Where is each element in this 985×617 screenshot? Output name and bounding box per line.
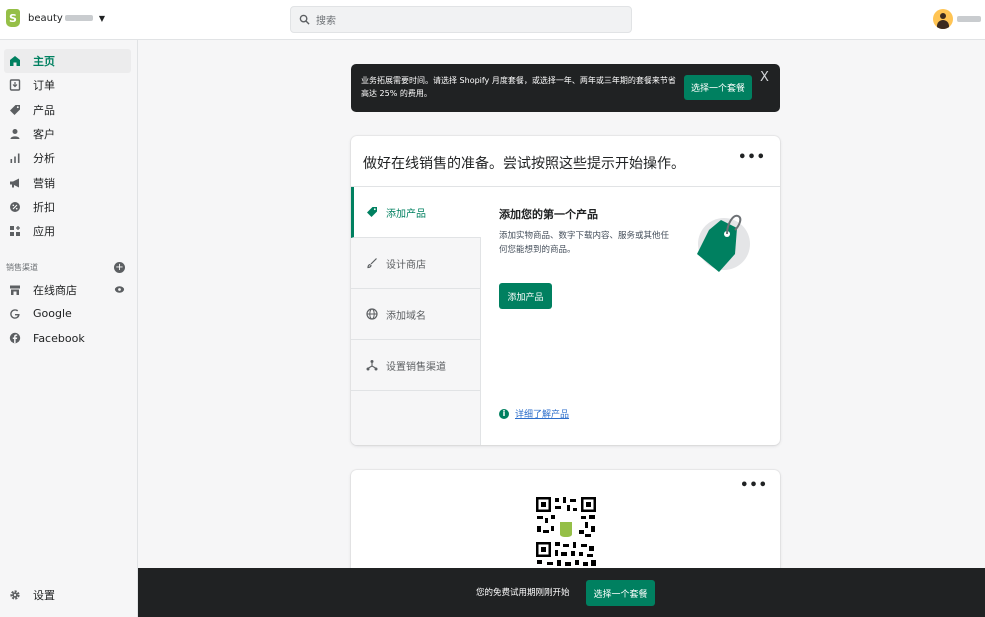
sidebar-item-label: 订单 [33, 79, 55, 93]
channels-nav: 在线商店 Google Facebook [0, 275, 137, 350]
discount-icon [8, 200, 21, 213]
sidebar-item-label: 分析 [33, 152, 55, 166]
sales-channels-heading: 销售渠道 + [6, 261, 125, 273]
sidebar-item-label: 在线商店 [33, 283, 77, 297]
detail-description: 添加实物商品、数字下载内容、服务或其他任何您能想到的商品。 [499, 231, 670, 255]
store-name: beauty [28, 12, 63, 24]
tab-design-store[interactable]: 设计商店 [351, 238, 480, 289]
sidebar-item-label: 营销 [33, 176, 55, 190]
tag-icon [365, 206, 378, 219]
gear-icon [8, 589, 21, 602]
sidebar-item-discounts[interactable]: 折扣 [4, 195, 131, 219]
detail-title: 添加您的第一个产品 [499, 208, 598, 221]
tab-sales-channels[interactable]: 设置销售渠道 [351, 340, 480, 391]
add-product-button[interactable]: 添加产品 [499, 283, 552, 309]
learn-more-link-row: i 详细了解产品 [499, 407, 569, 420]
sidebar-item-label: 主页 [33, 55, 55, 69]
main-nav: 主页 订单 产品 客户 分析 营销 折扣 应用 [0, 40, 137, 243]
user-menu[interactable] [933, 9, 981, 29]
tab-label: 添加产品 [386, 208, 426, 220]
redacted-store-suffix [64, 15, 93, 21]
top-bar: S beauty ▼ 搜索 [0, 0, 985, 40]
search-input[interactable]: 搜索 [290, 6, 632, 33]
sidebar-item-apps[interactable]: 应用 [4, 219, 131, 243]
select-plan-button[interactable]: 选择一个套餐 [586, 580, 655, 606]
home-icon [8, 55, 21, 68]
store-icon [8, 283, 21, 296]
choose-plan-button[interactable]: 选择一个套餐 [684, 75, 752, 100]
brush-icon [365, 257, 378, 270]
info-icon: i [499, 408, 509, 419]
sidebar-item-label: Google [33, 307, 72, 321]
search-placeholder: 搜索 [316, 16, 336, 27]
redacted-user-name [957, 16, 981, 22]
person-icon [8, 128, 21, 141]
apps-icon [8, 225, 21, 238]
add-channel-button[interactable]: + [114, 261, 125, 273]
trial-text: 您的免费试用期刚刚开始 [476, 588, 570, 598]
tag-icon [8, 103, 21, 116]
globe-icon [365, 308, 378, 321]
card-title: 做好在线销售的准备。尝试按照这些提示开始操作。 [363, 156, 685, 172]
tab-label: 设置销售渠道 [386, 361, 446, 373]
setup-tabs: 添加产品 设计商店 添加域名 设置销售渠道 [351, 187, 481, 445]
more-actions-icon[interactable]: ••• [740, 478, 768, 493]
eye-icon[interactable] [114, 284, 125, 295]
qr-code-image [535, 496, 597, 570]
sidebar-item-google[interactable]: Google [4, 302, 131, 326]
tab-label: 添加域名 [386, 310, 426, 322]
banner-text: 业务拓展需要时间。请选择 Shopify 月度套餐，或选择一年、两年或三年期的套… [361, 76, 676, 98]
sidebar-item-label: 应用 [33, 225, 55, 239]
setup-guide-card: 做好在线销售的准备。尝试按照这些提示开始操作。 ••• 添加产品 设计商店 添加… [351, 136, 780, 445]
sidebar-item-label: 产品 [33, 103, 55, 117]
plan-banner: 业务拓展需要时间。请选择 Shopify 月度套餐，或选择一年、两年或三年期的套… [351, 64, 780, 112]
sidebar-item-label: 设置 [33, 589, 55, 602]
product-tag-illustration [697, 214, 750, 272]
more-actions-icon[interactable]: ••• [738, 150, 766, 165]
store-switcher[interactable]: S beauty ▼ [6, 9, 105, 27]
sidebar-item-analytics[interactable]: 分析 [4, 146, 131, 170]
avatar [933, 9, 953, 29]
sidebar-item-online-store[interactable]: 在线商店 [4, 277, 131, 301]
sidebar-item-label: Facebook [33, 331, 85, 345]
close-icon[interactable]: X [760, 70, 769, 85]
shopify-logo-icon: S [6, 9, 20, 27]
tab-add-product[interactable]: 添加产品 [351, 187, 481, 238]
search-icon [299, 14, 310, 25]
megaphone-icon [8, 176, 21, 189]
tab-add-domain[interactable]: 添加域名 [351, 289, 480, 340]
chevron-down-icon: ▼ [98, 13, 105, 23]
sidebar-item-label: 客户 [33, 128, 55, 142]
facebook-icon [8, 332, 21, 345]
main-content: 业务拓展需要时间。请选择 Shopify 月度套餐，或选择一年、两年或三年期的套… [138, 40, 985, 617]
sidebar-item-facebook[interactable]: Facebook [4, 326, 131, 350]
sidebar-item-products[interactable]: 产品 [4, 98, 131, 122]
sidebar-item-settings[interactable]: 设置 [8, 587, 55, 603]
bar-chart-icon [8, 152, 21, 165]
google-icon [8, 307, 21, 320]
channels-icon [365, 359, 378, 372]
sidebar: 主页 订单 产品 客户 分析 营销 折扣 应用 销售渠道 + 在线商店 Goog… [0, 40, 138, 617]
sidebar-item-label: 折扣 [33, 200, 55, 214]
sidebar-item-customers[interactable]: 客户 [4, 122, 131, 146]
sidebar-item-orders[interactable]: 订单 [4, 73, 131, 97]
tab-label: 设计商店 [386, 259, 426, 271]
sidebar-item-home[interactable]: 主页 [4, 49, 131, 74]
orders-icon [8, 79, 21, 92]
sidebar-item-marketing[interactable]: 营销 [4, 170, 131, 194]
learn-more-link[interactable]: 详细了解产品 [515, 407, 569, 420]
trial-bar: 您的免费试用期刚刚开始 选择一个套餐 [138, 568, 985, 617]
